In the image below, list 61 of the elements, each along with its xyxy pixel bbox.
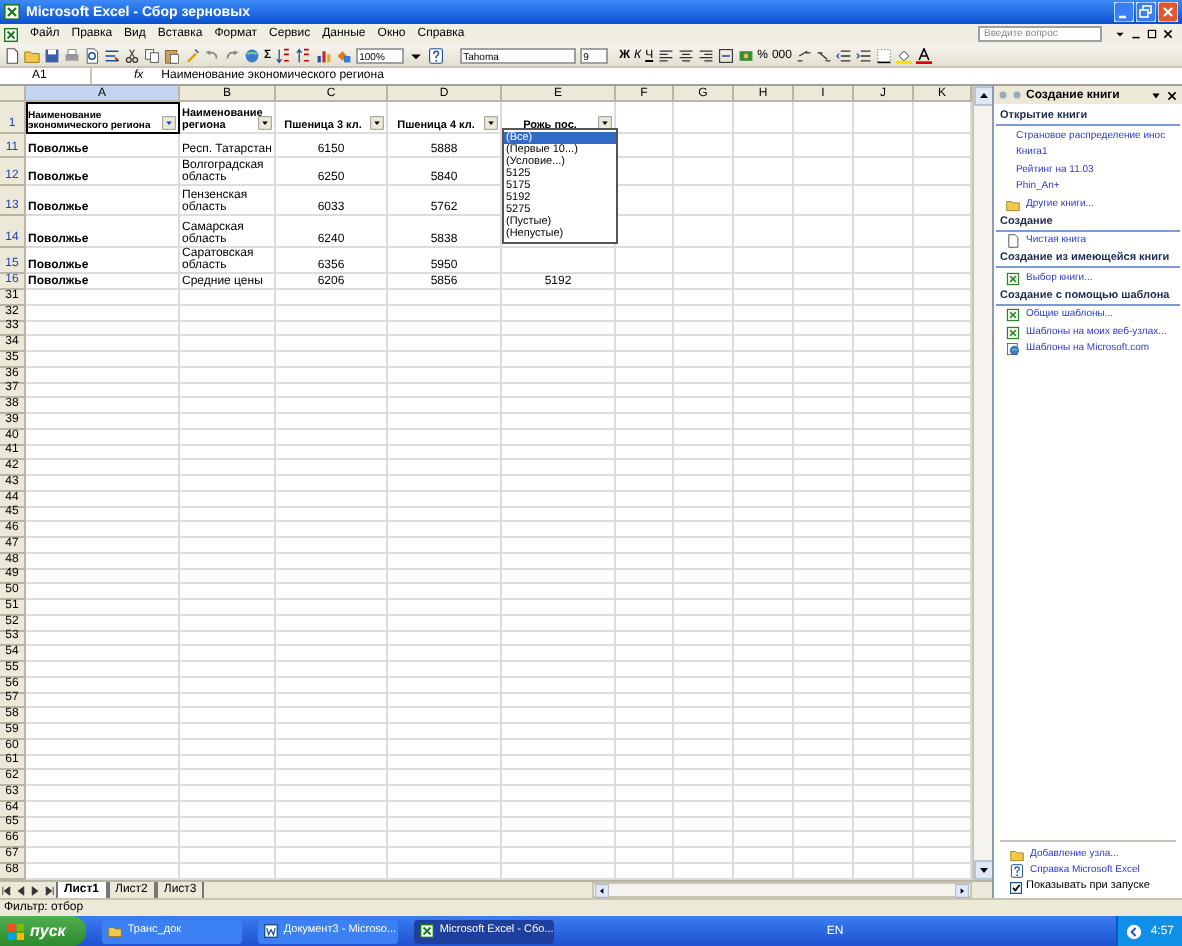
- print-preview-icon[interactable]: [84, 47, 100, 63]
- vertical-scrollbar[interactable]: [972, 86, 992, 880]
- align-center-icon[interactable]: [677, 47, 694, 63]
- sort-descending-icon[interactable]: [295, 47, 312, 63]
- restore-icon[interactable]: [1146, 28, 1158, 40]
- document-icon: [4, 27, 18, 41]
- folder-icon: [1010, 847, 1024, 861]
- spreadsheet-icon: [419, 924, 434, 938]
- print-icon[interactable]: [64, 47, 80, 63]
- app-icon: [4, 4, 20, 20]
- drawing-icon[interactable]: [335, 47, 352, 63]
- document-icon: [263, 924, 278, 938]
- spelling-icon[interactable]: [104, 47, 120, 63]
- horizontal-scrollbar[interactable]: [592, 882, 972, 898]
- spreadsheet-icon: [1006, 325, 1020, 339]
- filter-dropdown-button[interactable]: [258, 116, 272, 130]
- spreadsheet-icon: [1006, 308, 1020, 322]
- page-icon: [1006, 234, 1020, 248]
- filter-dropdown-button[interactable]: [370, 116, 384, 130]
- fill-color-icon[interactable]: [895, 47, 912, 63]
- increase-decimal-icon[interactable]: [795, 47, 812, 63]
- borders-icon[interactable]: [875, 47, 892, 63]
- help-icon[interactable]: [427, 47, 444, 63]
- checkbox[interactable]: [1010, 881, 1022, 893]
- sort-ascending-icon[interactable]: [275, 47, 292, 63]
- close-button[interactable]: [1158, 2, 1178, 22]
- merge-center-icon[interactable]: [717, 47, 734, 63]
- increase-indent-icon[interactable]: [855, 47, 872, 63]
- save-icon[interactable]: [44, 47, 60, 63]
- dropdown-arrow-icon[interactable]: [1114, 28, 1126, 40]
- copy-icon[interactable]: [144, 47, 160, 63]
- align-right-icon[interactable]: [697, 47, 714, 63]
- restore-button[interactable]: [1136, 2, 1156, 22]
- spreadsheet-icon: [1006, 271, 1020, 285]
- close-icon[interactable]: [1162, 28, 1174, 40]
- close-icon[interactable]: [1166, 89, 1178, 101]
- align-left-icon[interactable]: [657, 47, 674, 63]
- cut-icon[interactable]: [124, 47, 140, 63]
- folder-icon: [1006, 197, 1020, 211]
- folder-icon: [107, 924, 122, 938]
- scroll-left-button[interactable]: [594, 884, 610, 898]
- format-painter-icon[interactable]: [184, 47, 200, 63]
- paste-icon[interactable]: [164, 47, 180, 63]
- globe-page-icon: [1006, 342, 1020, 356]
- show-hidden-icons-button[interactable]: [1126, 923, 1143, 939]
- windows-flag-icon: [8, 923, 24, 939]
- undo-icon[interactable]: [204, 47, 220, 63]
- scroll-right-button[interactable]: [954, 884, 970, 898]
- decrease-indent-icon[interactable]: [835, 47, 852, 63]
- scroll-up-button[interactable]: [974, 86, 994, 106]
- chart-icon[interactable]: [315, 47, 332, 63]
- globe-icon[interactable]: [244, 47, 260, 63]
- help-icon: [1010, 864, 1024, 878]
- font-color-icon[interactable]: [915, 47, 932, 63]
- decrease-decimal-icon[interactable]: [815, 47, 832, 63]
- filter-dropdown-button[interactable]: [484, 116, 498, 130]
- dropdown-arrow-icon[interactable]: [1150, 89, 1162, 101]
- scroll-down-button[interactable]: [974, 860, 994, 880]
- currency-icon[interactable]: [737, 47, 754, 63]
- redo-icon[interactable]: [224, 47, 240, 63]
- minimize-button[interactable]: [1114, 2, 1134, 22]
